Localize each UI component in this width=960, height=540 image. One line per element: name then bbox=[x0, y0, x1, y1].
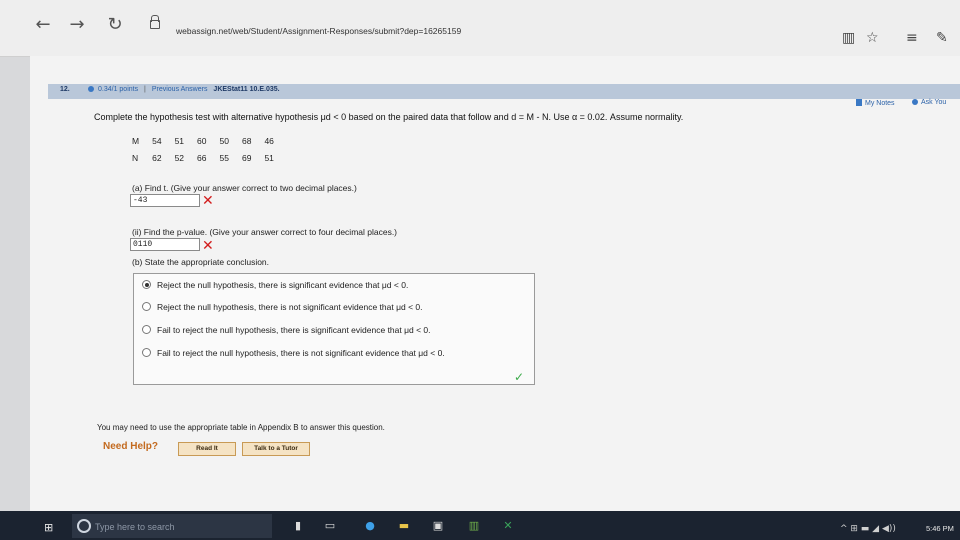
back-icon: ← bbox=[35, 14, 51, 35]
choice-option[interactable]: Reject the null hypothesis, there is not… bbox=[142, 302, 422, 312]
microphone-icon[interactable]: ▮ bbox=[290, 518, 306, 534]
system-tray-icons[interactable]: ^ ⊞ ▬ ◢ ◀)) bbox=[840, 524, 896, 534]
incorrect-icon: ✕ bbox=[202, 193, 214, 209]
address-bar[interactable]: webassign.net/web/Student/Assignment-Res… bbox=[176, 26, 461, 36]
table-cell: 68 bbox=[241, 136, 252, 146]
my-notes-label: My Notes bbox=[865, 100, 895, 107]
my-notes-button[interactable]: My Notes bbox=[856, 99, 895, 107]
part-a-answer-input[interactable]: -43 bbox=[130, 194, 200, 207]
part-ii-answer-input[interactable]: 0110 bbox=[130, 238, 200, 251]
table-cell: 69 bbox=[241, 153, 252, 163]
question-code: JKEStat11 10.E.035. bbox=[213, 86, 280, 93]
table-cell: N bbox=[132, 153, 139, 163]
choice-option[interactable]: Fail to reject the null hypothesis, ther… bbox=[142, 325, 431, 335]
web-note-icon[interactable]: ✎ bbox=[936, 30, 948, 46]
ask-icon bbox=[912, 99, 918, 105]
incorrect-icon: ✕ bbox=[202, 238, 214, 254]
table-row: N 62 52 66 55 69 51 bbox=[128, 150, 283, 167]
screen: ← → ↻ webassign.net/web/Student/Assignme… bbox=[0, 0, 960, 540]
choice-label: Fail to reject the null hypothesis, ther… bbox=[157, 348, 445, 358]
talk-to-tutor-button[interactable]: Talk to a Tutor bbox=[242, 442, 310, 456]
choice-label: Fail to reject the null hypothesis, ther… bbox=[157, 325, 431, 335]
table-cell: 46 bbox=[264, 136, 274, 146]
choice-label: Reject the null hypothesis, there is sig… bbox=[157, 280, 409, 290]
meta-separator: | bbox=[144, 86, 146, 93]
table-cell: 51 bbox=[174, 136, 185, 146]
back-button[interactable]: ← bbox=[32, 14, 54, 36]
part-ii-label: (ii) Find the p-value. (Give your answer… bbox=[132, 227, 398, 237]
forward-icon: → bbox=[69, 14, 85, 35]
table-cell: 54 bbox=[152, 136, 162, 146]
part-a-label: (a) Find t. (Give your answer correct to… bbox=[132, 183, 357, 193]
question-number: 12. bbox=[60, 86, 70, 93]
edge-icon[interactable]: ● bbox=[362, 518, 378, 534]
choice-option[interactable]: Reject the null hypothesis, there is sig… bbox=[142, 280, 408, 290]
lock-shackle bbox=[151, 15, 159, 22]
conclusion-choices: Reject the null hypothesis, there is sig… bbox=[133, 273, 535, 385]
points-icon bbox=[88, 86, 94, 92]
file-explorer-icon[interactable]: ▬ bbox=[396, 518, 412, 534]
refresh-button[interactable]: ↻ bbox=[104, 14, 126, 36]
table-cell: 50 bbox=[219, 136, 229, 146]
store-icon[interactable]: ▣ bbox=[430, 518, 446, 534]
table-row: M 54 51 60 50 68 46 bbox=[128, 133, 283, 150]
notes-icon bbox=[856, 99, 862, 106]
browser-toolbar: ← → ↻ webassign.net/web/Student/Assignme… bbox=[0, 0, 960, 57]
table-cell: 60 bbox=[197, 136, 207, 146]
excel-icon[interactable]: ✕ bbox=[500, 518, 516, 534]
read-it-button[interactable]: Read It bbox=[178, 442, 236, 456]
radio-selected-icon[interactable] bbox=[142, 280, 151, 289]
appendix-note: You may need to use the appropriate tabl… bbox=[97, 423, 385, 432]
refresh-icon: ↻ bbox=[107, 14, 123, 35]
search-placeholder[interactable]: Type here to search bbox=[95, 522, 175, 532]
part-b-label: (b) State the appropriate conclusion. bbox=[132, 257, 270, 267]
hub-icon[interactable]: ≡ bbox=[906, 30, 918, 46]
table-cell: 62 bbox=[152, 153, 162, 163]
table-cell: 66 bbox=[197, 153, 207, 163]
windows-start-icon[interactable]: ⊞ bbox=[44, 521, 56, 534]
taskbar-clock[interactable]: 5:46 PM bbox=[926, 524, 954, 533]
need-help-label: Need Help? bbox=[103, 441, 159, 452]
radio-icon[interactable] bbox=[142, 302, 151, 311]
question-prompt: Complete the hypothesis test with altern… bbox=[94, 112, 684, 122]
forward-button[interactable]: → bbox=[66, 14, 88, 36]
previous-answers-link[interactable]: Previous Answers bbox=[152, 86, 208, 93]
favorite-icon[interactable]: ☆ bbox=[866, 30, 879, 46]
reading-view-icon[interactable]: ▥ bbox=[842, 30, 855, 46]
ask-teacher-button[interactable]: Ask You bbox=[912, 99, 946, 106]
table-cell: M bbox=[132, 136, 140, 146]
table-cell: 51 bbox=[264, 153, 274, 163]
cortana-icon bbox=[77, 519, 91, 533]
ask-label: Ask You bbox=[921, 99, 947, 106]
table-cell: 55 bbox=[219, 153, 229, 163]
app-icon[interactable]: ▥ bbox=[466, 518, 482, 534]
correct-check-icon: ✓ bbox=[514, 370, 525, 384]
choice-option[interactable]: Fail to reject the null hypothesis, ther… bbox=[142, 348, 445, 358]
paired-data-table: M 54 51 60 50 68 46 N 62 52 66 55 69 51 bbox=[128, 133, 283, 167]
radio-icon[interactable] bbox=[142, 348, 151, 357]
question-meta: 0.34/1 points | Previous Answers JKEStat… bbox=[88, 86, 280, 93]
task-view-icon[interactable]: ▭ bbox=[322, 518, 338, 534]
table-cell: 52 bbox=[174, 153, 185, 163]
choice-label: Reject the null hypothesis, there is not… bbox=[157, 302, 423, 312]
radio-icon[interactable] bbox=[142, 325, 151, 334]
points-text: 0.34/1 points bbox=[98, 86, 139, 93]
